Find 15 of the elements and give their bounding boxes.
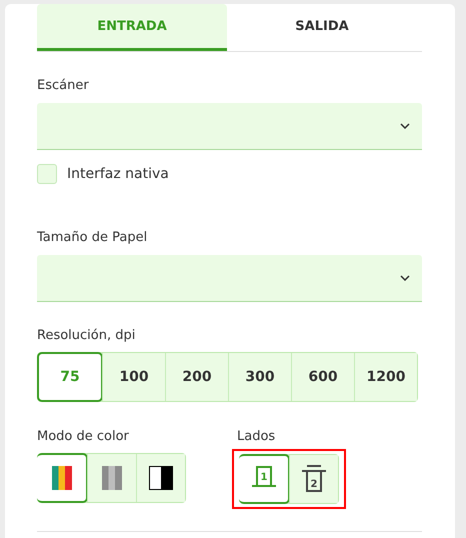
field-label: Resolución, dpi [37,328,136,343]
checkbox-label[interactable]: Interfaz nativa [67,166,169,182]
field-label: Tamaño de Papel [37,230,148,245]
monochrome-icon [149,466,173,490]
field-label: Escáner [37,78,90,93]
stripes-icon [52,466,72,490]
chevron-down-icon [400,123,410,129]
chevron-down-icon [400,275,410,281]
resolution-option[interactable]: 1200 [354,353,417,401]
field-label: Lados [237,429,276,444]
checkbox[interactable] [37,164,57,184]
sides-option[interactable]: 2 [289,455,338,503]
color-mode-option[interactable] [37,453,88,503]
field-label: Modo de color [37,429,130,444]
grayscale-icon [102,466,122,490]
